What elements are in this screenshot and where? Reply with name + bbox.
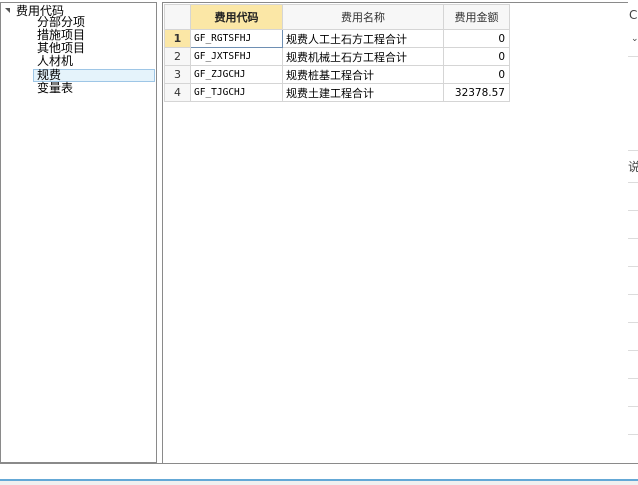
fee-name-cell[interactable]: 规费土建工程合计 xyxy=(282,83,444,102)
edge-divider xyxy=(628,434,638,435)
row-number[interactable]: 1 xyxy=(164,29,191,48)
fee-code-cell[interactable]: GF_RGTSFHJ xyxy=(190,29,283,48)
fee-code-tree[interactable]: 费用代码 分部分项 措施项目 其他项目 人材机 规费 变量表 xyxy=(0,2,157,463)
fee-amount-cell[interactable]: 0 xyxy=(443,29,510,48)
row-number[interactable]: 2 xyxy=(164,47,191,66)
edge-divider xyxy=(628,56,638,57)
edge-text-shuo: 说 xyxy=(628,160,638,174)
edge-divider xyxy=(628,294,638,295)
table-row[interactable]: 2 GF_JXTSFHJ 规费机械土石方工程合计 0 xyxy=(164,47,510,66)
fee-table: 费用代码 费用名称 费用金额 1 GF_RGTSFHJ 规费人工土石方工程合计 … xyxy=(164,4,510,102)
edge-divider xyxy=(628,266,638,267)
table-row[interactable]: 1 GF_RGTSFHJ 规费人工土石方工程合计 0 xyxy=(164,29,510,48)
edge-divider xyxy=(628,210,638,211)
edge-divider xyxy=(628,150,638,151)
row-number[interactable]: 3 xyxy=(164,65,191,84)
fee-code-cell[interactable]: GF_TJGCHJ xyxy=(190,83,283,102)
table-row[interactable]: 3 GF_ZJGCHJ 规费桩基工程合计 0 xyxy=(164,65,510,84)
collapse-arrow-icon[interactable] xyxy=(4,5,13,18)
edge-divider xyxy=(628,238,638,239)
dropdown-arrow-icon: ⌄ xyxy=(631,34,638,44)
edge-divider xyxy=(628,322,638,323)
edge-text-c: C xyxy=(629,8,638,22)
fee-amount-cell[interactable]: 32378.57 xyxy=(443,83,510,102)
tree-item-rencaiji[interactable]: 人材机 xyxy=(35,55,75,68)
column-header-fee-amount[interactable]: 费用金额 xyxy=(443,4,510,30)
column-header-fee-code[interactable]: 费用代码 xyxy=(190,4,283,30)
fee-code-cell[interactable]: GF_JXTSFHJ xyxy=(190,47,283,66)
edge-divider xyxy=(628,350,638,351)
fee-grid-panel: 费用代码 费用名称 费用金额 1 GF_RGTSFHJ 规费人工土石方工程合计 … xyxy=(162,2,638,463)
fee-name-cell[interactable]: 规费桩基工程合计 xyxy=(282,65,444,84)
fee-name-cell[interactable]: 规费机械土石方工程合计 xyxy=(282,47,444,66)
fee-name-cell[interactable]: 规费人工土石方工程合计 xyxy=(282,29,444,48)
tree-item-bianliangbiao[interactable]: 变量表 xyxy=(35,82,75,95)
table-header-row: 费用代码 费用名称 费用金额 xyxy=(164,4,510,30)
fee-code-cell[interactable]: GF_ZJGCHJ xyxy=(190,65,283,84)
bottom-border xyxy=(0,463,638,464)
status-bar xyxy=(0,479,638,485)
fee-amount-cell[interactable]: 0 xyxy=(443,47,510,66)
edge-divider xyxy=(628,406,638,407)
row-number[interactable]: 4 xyxy=(164,83,191,102)
edge-divider xyxy=(628,182,638,183)
fee-amount-cell[interactable]: 0 xyxy=(443,65,510,84)
row-number-header[interactable] xyxy=(164,4,191,30)
table-row[interactable]: 4 GF_TJGCHJ 规费土建工程合计 32378.57 xyxy=(164,83,510,102)
background-window-edge: C ⌄ 说 xyxy=(628,0,638,463)
column-header-fee-name[interactable]: 费用名称 xyxy=(282,4,444,30)
edge-divider xyxy=(628,378,638,379)
